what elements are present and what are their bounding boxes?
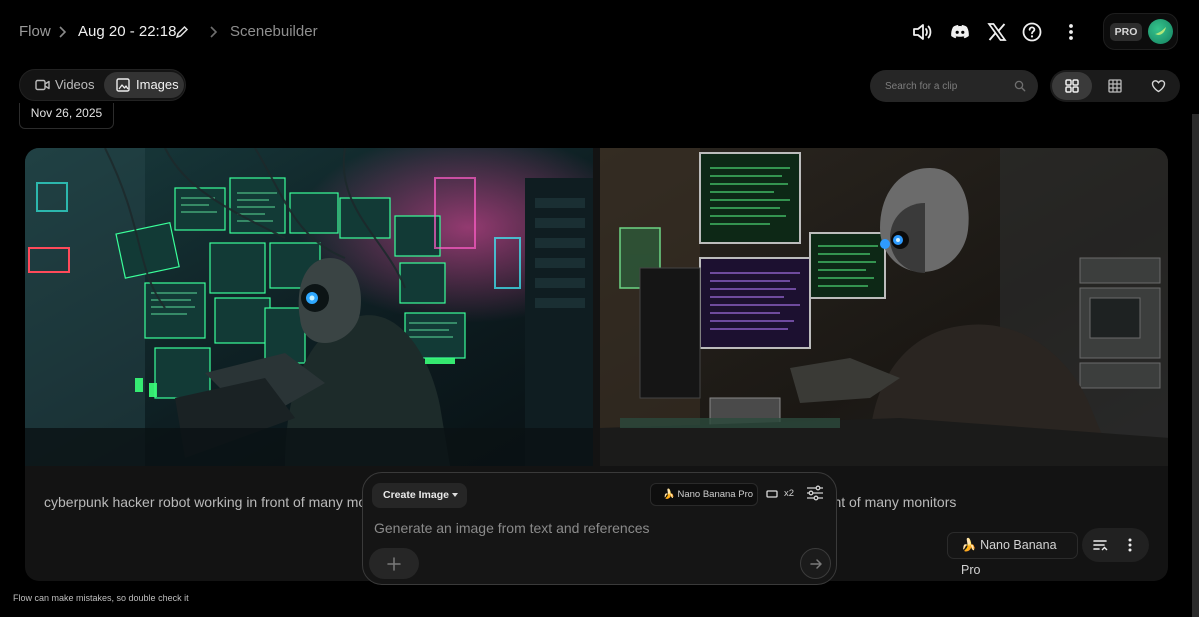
search-input[interactable] [885,78,1005,94]
mode-label: Create Image [383,489,449,501]
model-selector[interactable]: 🍌 Nano Banana Pro [650,483,758,506]
volume-icon[interactable] [910,20,934,44]
edit-icon[interactable] [174,24,190,40]
tab-images[interactable]: Images [104,72,184,98]
breadcrumb-scenebuilder[interactable]: Scenebuilder [230,22,318,42]
prompt-input[interactable] [374,518,814,538]
generated-image-1[interactable] [25,148,593,466]
disclaimer-text: Flow can make mistakes, so double check … [13,593,189,603]
aspect-ratio-icon[interactable] [766,489,778,499]
chevron-down-icon [452,493,458,497]
view-mode-toggle [1050,70,1180,102]
grid-view-button[interactable] [1052,72,1092,100]
banana-icon: 🍌 [663,489,675,500]
send-button[interactable] [800,548,831,579]
image-icon [116,78,130,92]
generated-image-2[interactable] [600,148,1168,466]
card-model-chip: 🍌 Nano Banana Pro [947,532,1078,577]
video-icon [35,79,50,91]
table-view-button[interactable] [1095,72,1135,100]
chevron-right-icon [59,26,67,38]
x-logo-icon[interactable] [985,20,1009,44]
media-type-toggle: Videos Images [19,69,186,101]
chevron-right-icon [210,26,218,38]
pro-badge: PRO [1110,23,1142,41]
output-count[interactable]: x2 [784,488,794,499]
avatar-leaf-icon [1155,27,1166,35]
account-menu[interactable]: PRO [1103,13,1178,50]
mode-dropdown[interactable]: Create Image [372,483,467,508]
settings-sliders-icon[interactable] [806,485,824,501]
discord-icon[interactable] [948,20,972,44]
favorites-button[interactable] [1138,72,1178,100]
favorites-icon [1151,80,1166,93]
model-selector-label: Nano Banana Pro [677,489,754,500]
avatar[interactable] [1148,19,1173,44]
more-vertical-icon[interactable] [1059,20,1083,44]
reuse-prompt-icon[interactable] [1092,537,1108,553]
banana-icon: 🍌 [961,538,977,552]
help-icon[interactable] [1020,20,1044,44]
date-group-text: Nov 26, 2025 [30,106,103,120]
image-1-caption: cyberpunk hacker robot working in front … [44,494,401,510]
search-icon[interactable] [1014,80,1026,92]
tab-videos[interactable]: Videos [23,72,103,98]
grid-view-icon [1065,79,1079,93]
card-actions [1082,528,1149,562]
table-view-icon [1108,79,1122,93]
breadcrumb-flow[interactable]: Flow [19,22,51,42]
add-reference-button[interactable] [369,548,419,579]
tab-images-label: Images [136,77,179,92]
top-bar: Flow Aug 20 - 22:18 Scenebuilder PRO [0,0,1199,64]
tab-videos-label: Videos [55,77,95,92]
search-bar [870,70,1038,102]
scrollbar[interactable] [1192,114,1199,617]
plus-icon [387,557,401,571]
date-group-label: Nov 26, 2025 [19,103,114,129]
more-vertical-icon[interactable] [1122,537,1138,553]
breadcrumb-project[interactable]: Aug 20 - 22:18 [78,22,176,42]
prompt-composer: Create Image 🍌 Nano Banana Pro x2 [362,472,837,585]
arrow-right-icon [810,559,822,569]
